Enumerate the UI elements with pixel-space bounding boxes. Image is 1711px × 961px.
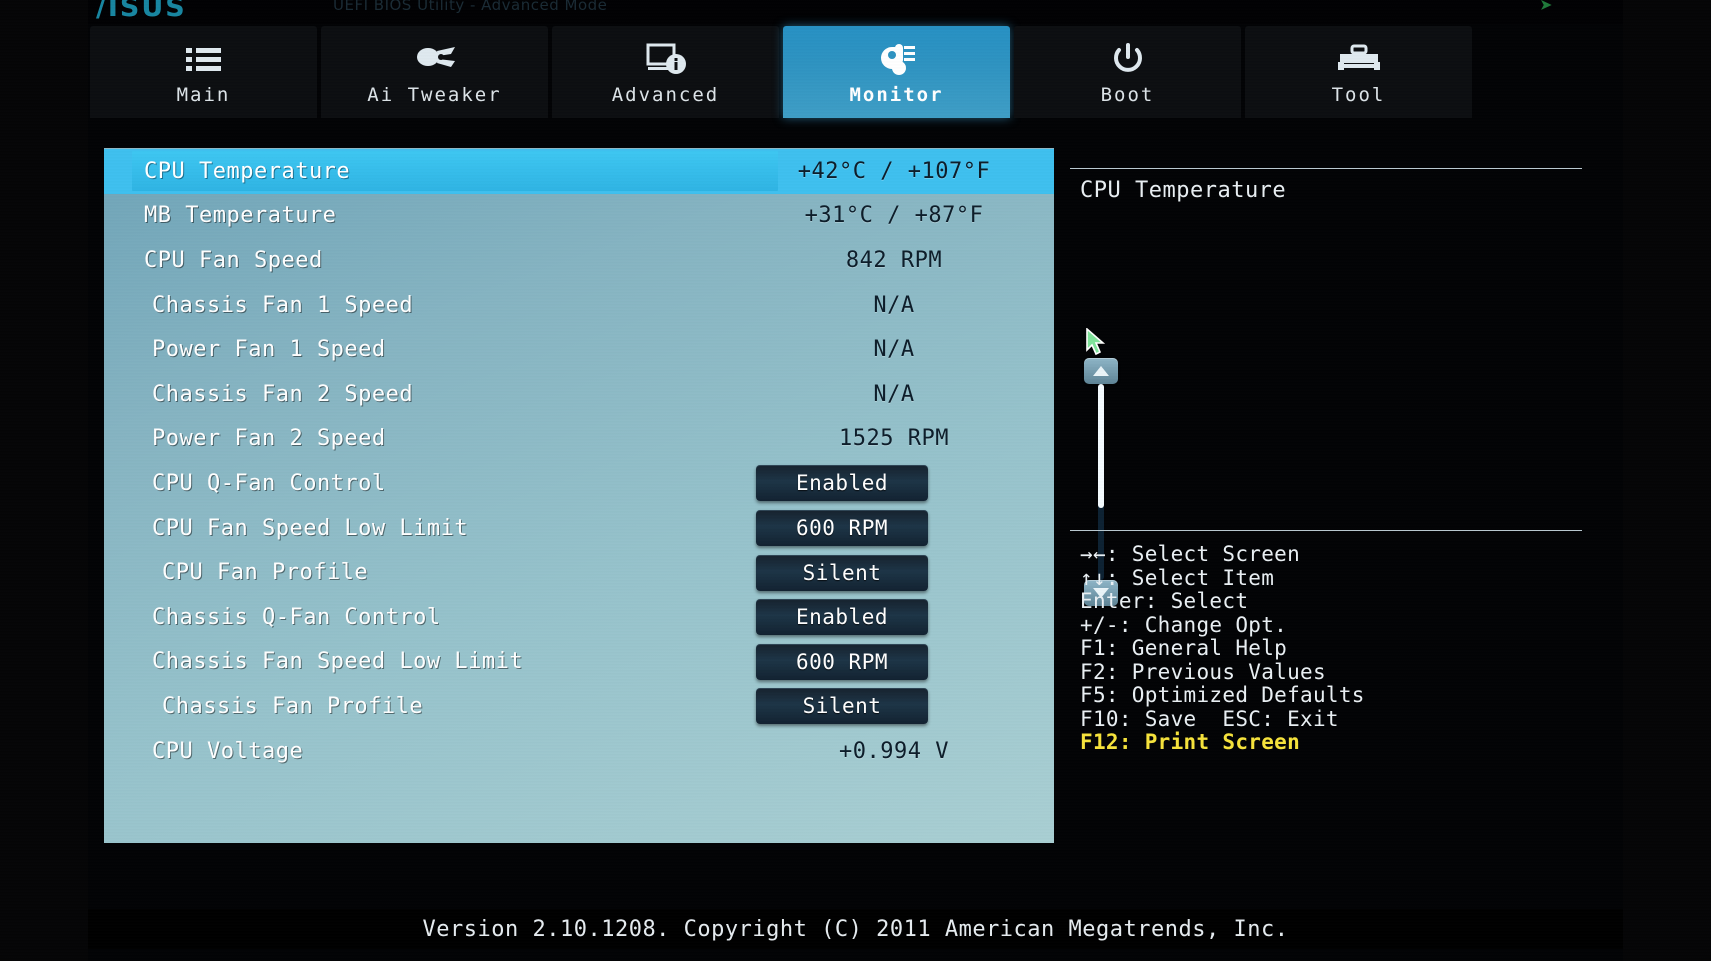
tab-label-boot: Boot <box>1100 84 1155 106</box>
tab-tool[interactable]: Tool <box>1245 26 1472 118</box>
main-tab-strip: Main Ai Tweaker Advanced Monitor Boot To… <box>88 26 1623 118</box>
setting-option-button[interactable]: 600 RPM <box>756 510 928 547</box>
setting-value: +42°C / +107°F <box>797 158 991 184</box>
tab-monitor[interactable]: Monitor <box>783 26 1010 118</box>
help-divider-bottom <box>1070 530 1582 531</box>
setting-label: Chassis Fan Profile <box>162 693 424 719</box>
setting-value: +31°C / +87°F <box>804 203 984 229</box>
brand-tagline: UEFI BIOS Utility - Advanced Mode <box>333 0 608 14</box>
help-key-select-item: ↑↓: Select Item <box>1080 565 1275 590</box>
help-key-f5-optimized-defaults: F5: Optimized Defaults <box>1080 683 1365 707</box>
help-key-select-screen: →←: Select Screen <box>1080 542 1301 566</box>
setting-label: Chassis Fan 2 Speed <box>152 381 414 407</box>
setting-label: CPU Fan Speed <box>144 247 323 273</box>
setting-row-power-fan-2-speed[interactable]: Power Fan 2 Speed 1525 RPM <box>104 417 1054 462</box>
setting-row-cpu-temperature[interactable]: CPU Temperature +42°C / +107°F <box>104 149 1054 194</box>
tab-label-main: Main <box>176 84 231 106</box>
tab-label-ai-tweaker: Ai Tweaker <box>367 84 502 106</box>
setting-option-button[interactable]: Enabled <box>756 599 928 636</box>
setting-label: CPU Fan Profile <box>162 560 369 586</box>
setting-label: Chassis Fan Speed Low Limit <box>152 649 524 675</box>
tab-boot[interactable]: Boot <box>1014 26 1241 118</box>
help-key-f1-general-help: F1: General Help <box>1080 636 1288 660</box>
setting-row-cpu-q-fan-control[interactable]: CPU Q-Fan Control Enabled <box>104 461 1054 506</box>
setting-option-button[interactable]: 600 RPM <box>756 643 928 680</box>
setting-label: CPU Temperature <box>144 158 351 184</box>
help-divider-top <box>1070 168 1582 169</box>
tweaker-icon <box>411 38 459 80</box>
setting-row-chassis-q-fan-control[interactable]: Chassis Q-Fan Control Enabled <box>104 595 1054 640</box>
setting-value: 1525 RPM <box>839 426 949 452</box>
tab-label-monitor: Monitor <box>849 84 944 106</box>
tab-main[interactable]: Main <box>90 26 317 118</box>
toolbox-icon <box>1337 38 1381 80</box>
setting-value: 842 RPM <box>845 247 943 273</box>
setting-row-cpu-fan-profile[interactable]: CPU Fan Profile Silent <box>104 550 1054 595</box>
list-icon <box>184 38 224 80</box>
help-key-legend: →←: Select Screen ↑↓: Select Item Enter:… <box>1080 542 1365 755</box>
version-copyright-text: Version 2.10.1208. Copyright (C) 2011 Am… <box>422 916 1289 942</box>
help-key-f2-previous-values: F2: Previous Values <box>1080 659 1326 684</box>
tab-ai-tweaker[interactable]: Ai Tweaker <box>321 26 548 118</box>
monitor-bezel-right <box>1623 0 1711 961</box>
setting-value: +0.994 V <box>839 738 949 764</box>
bios-screen-photo: /ISUS UEFI BIOS Utility - Advanced Mode … <box>0 0 1711 961</box>
setting-row-cpu-fan-speed-low-limit[interactable]: CPU Fan Speed Low Limit 600 RPM <box>104 506 1054 551</box>
setting-row-chassis-fan-1-speed[interactable]: Chassis Fan 1 Speed N/A <box>104 283 1054 328</box>
setting-option-button[interactable]: Enabled <box>756 465 928 502</box>
setting-label: Chassis Fan 1 Speed <box>152 292 414 318</box>
setting-label: Chassis Q-Fan Control <box>152 604 441 630</box>
power-icon <box>1110 38 1146 80</box>
setting-label: Power Fan 2 Speed <box>152 426 386 452</box>
setting-row-chassis-fan-speed-low-limit[interactable]: Chassis Fan Speed Low Limit 600 RPM <box>104 640 1054 685</box>
asus-logo: /ISUS <box>96 0 187 23</box>
setting-row-cpu-fan-speed[interactable]: CPU Fan Speed 842 RPM <box>104 238 1054 283</box>
help-key-change-opt: +/-: Change Opt. <box>1080 612 1288 637</box>
setting-label: CPU Q-Fan Control <box>152 470 386 496</box>
setting-label: MB Temperature <box>144 203 337 229</box>
monitor-bezel-left <box>0 0 88 961</box>
tab-advanced[interactable]: Advanced <box>552 26 779 118</box>
help-key-enter-select: Enter: Select <box>1080 589 1249 613</box>
setting-row-chassis-fan-2-speed[interactable]: Chassis Fan 2 Speed N/A <box>104 372 1054 417</box>
setting-row-power-fan-1-speed[interactable]: Power Fan 1 Speed N/A <box>104 327 1054 372</box>
setting-row-chassis-fan-profile[interactable]: Chassis Fan Profile Silent <box>104 684 1054 729</box>
help-key-f10-save-esc-exit: F10: Save ESC: Exit <box>1080 706 1339 731</box>
setting-option-button[interactable]: Silent <box>756 554 928 591</box>
bios-body-area: CPU Temperature +42°C / +107°F MB Temper… <box>88 118 1623 908</box>
setting-row-mb-temperature[interactable]: MB Temperature +31°C / +87°F <box>104 194 1054 239</box>
setting-value: N/A <box>873 381 915 407</box>
footer-bar: Version 2.10.1208. Copyright (C) 2011 Am… <box>88 909 1623 949</box>
monitor-settings-panel: CPU Temperature +42°C / +107°F MB Temper… <box>104 148 1054 843</box>
setting-value: N/A <box>873 292 915 318</box>
thermometer-icon <box>874 38 920 80</box>
setting-label: CPU Fan Speed Low Limit <box>152 515 469 541</box>
brand-arrow-icon: ➤ <box>1539 0 1553 19</box>
setting-row-cpu-voltage[interactable]: CPU Voltage +0.994 V <box>104 729 1054 774</box>
help-panel: CPU Temperature →←: Select Screen ↑↓: Se… <box>1070 118 1615 842</box>
help-title: CPU Temperature <box>1080 178 1287 203</box>
bios-utility-screen: /ISUS UEFI BIOS Utility - Advanced Mode … <box>88 0 1623 961</box>
tab-label-advanced: Advanced <box>611 84 720 106</box>
setting-value: N/A <box>873 337 915 363</box>
brand-bar: /ISUS UEFI BIOS Utility - Advanced Mode … <box>88 0 1623 24</box>
advanced-icon <box>644 38 688 80</box>
setting-label: Power Fan 1 Speed <box>152 337 386 363</box>
setting-option-button[interactable]: Silent <box>756 688 928 725</box>
tab-label-tool: Tool <box>1331 84 1386 106</box>
setting-label: CPU Voltage <box>152 738 304 764</box>
help-key-f12-print-screen: F12: Print Screen <box>1080 730 1301 754</box>
